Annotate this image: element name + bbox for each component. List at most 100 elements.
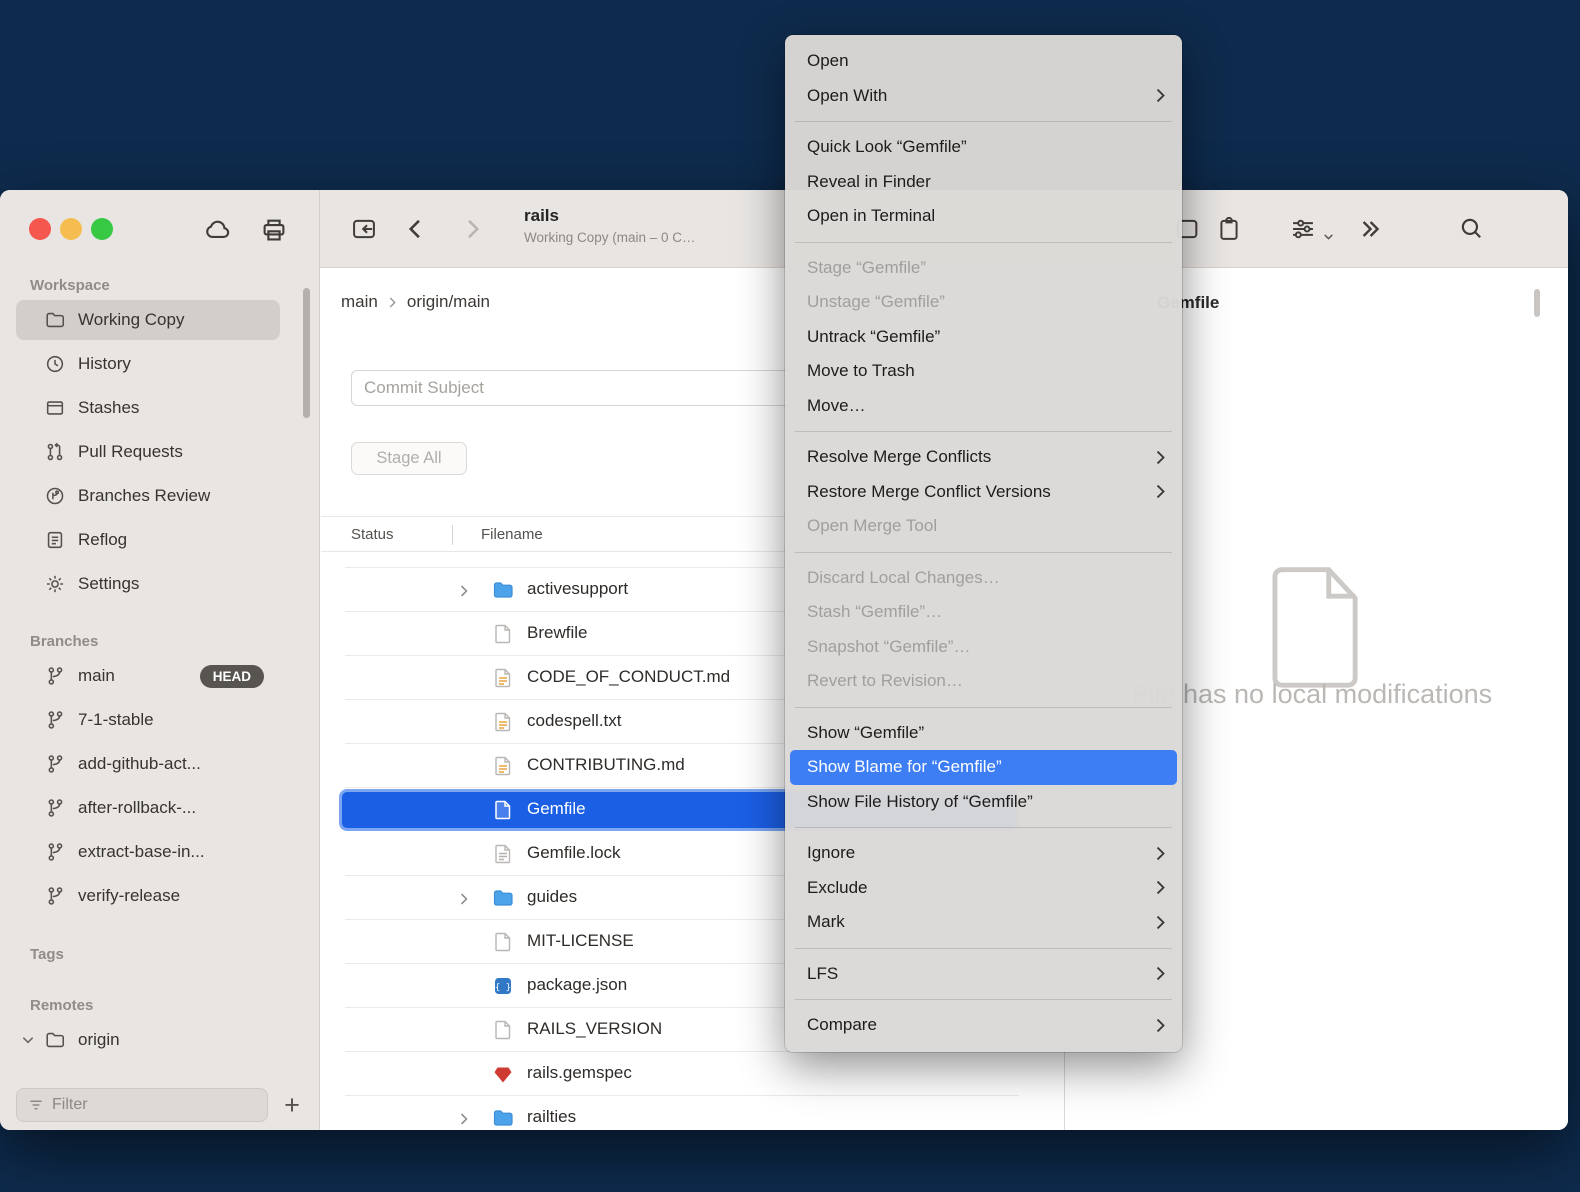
sidebar-item-stashes[interactable]: Stashes	[0, 386, 319, 430]
column-status: Status	[351, 526, 394, 543]
menu-item-ignore[interactable]: Ignore	[785, 836, 1182, 871]
submenu-chevron-icon	[1155, 879, 1166, 896]
menu-item-untrack-gemfile[interactable]: Untrack “Gemfile”	[785, 320, 1182, 355]
printer-icon[interactable]	[259, 215, 289, 245]
menu-item-open-merge-tool: Open Merge Tool	[785, 509, 1182, 544]
back-chevron-icon[interactable]	[402, 215, 430, 243]
stage-all-button[interactable]: Stage All	[351, 442, 467, 475]
menu-item-open-with[interactable]: Open With	[785, 79, 1182, 114]
sliders-icon[interactable]	[1289, 215, 1317, 243]
menu-item-discard-local-changes: Discard Local Changes…	[785, 561, 1182, 596]
zoom-window-button[interactable]	[91, 218, 113, 240]
menu-item-resolve-merge-conflicts[interactable]: Resolve Merge Conflicts	[785, 440, 1182, 475]
cloud-icon[interactable]	[203, 215, 233, 245]
branch-item-7-1-stable[interactable]: 7-1-stable	[0, 698, 319, 742]
app-window: rails Working Copy (main – 0 C… Workspac…	[0, 190, 1568, 1130]
remote-item-origin[interactable]: origin	[0, 1018, 319, 1062]
close-window-button[interactable]	[29, 218, 51, 240]
menu-item-lfs[interactable]: LFS	[785, 957, 1182, 992]
search-icon[interactable]	[1458, 215, 1484, 241]
file-icon	[491, 1018, 515, 1042]
breadcrumb-item-main[interactable]: main	[341, 292, 378, 312]
chevron-down-icon[interactable]	[1322, 230, 1335, 243]
forward-chevron-icon[interactable]	[458, 215, 486, 243]
document-icon	[1272, 561, 1362, 689]
disclosure-chevron-icon[interactable]	[458, 892, 470, 906]
breadcrumb-separator-icon	[387, 296, 398, 309]
branch-item-extract-base-in[interactable]: extract-base-in...	[0, 830, 319, 874]
menu-item-mark[interactable]: Mark	[785, 905, 1182, 940]
menu-item-restore-merge-conflict-versions[interactable]: Restore Merge Conflict Versions	[785, 475, 1182, 510]
lock-file-icon	[491, 842, 515, 866]
branch-icon	[44, 841, 66, 863]
double-chevron-icon[interactable]	[1356, 215, 1384, 243]
menu-item-unstage-gemfile: Unstage “Gemfile”	[785, 285, 1182, 320]
sidebar-item-reflog[interactable]: Reflog	[0, 518, 319, 562]
remote-folder-icon	[44, 1029, 66, 1051]
head-badge: HEAD	[200, 665, 264, 688]
table-row-railties[interactable]: railties	[321, 1096, 1064, 1130]
minimize-window-button[interactable]	[60, 218, 82, 240]
menu-separator	[795, 552, 1172, 553]
file-icon	[491, 798, 515, 822]
filter-icon	[27, 1096, 45, 1114]
sidebar-footer: +	[0, 1080, 319, 1130]
filter-field[interactable]	[16, 1088, 268, 1122]
menu-item-exclude[interactable]: Exclude	[785, 871, 1182, 906]
menu-item-open[interactable]: Open	[785, 44, 1182, 79]
svg-text:{ }: { }	[495, 983, 511, 993]
branch-item-main[interactable]: main HEAD	[0, 654, 319, 698]
sidebar-item-working-copy[interactable]: Working Copy	[0, 298, 319, 342]
detail-scrollbar[interactable]	[1534, 289, 1540, 317]
submenu-chevron-icon	[1155, 914, 1166, 931]
window-controls	[29, 218, 113, 240]
branch-icon	[44, 885, 66, 907]
json-file-icon: { }	[491, 974, 515, 998]
file-icon	[491, 930, 515, 954]
menu-item-quick-look-gemfile[interactable]: Quick Look “Gemfile”	[785, 130, 1182, 165]
sidebar-item-pull-requests[interactable]: Pull Requests	[0, 430, 319, 474]
table-row-rails-gemspec[interactable]: rails.gemspec	[321, 1052, 1064, 1096]
branch-item-add-github-act[interactable]: add-github-act...	[0, 742, 319, 786]
filter-input[interactable]	[52, 1096, 257, 1114]
folder-file-icon	[491, 1106, 515, 1130]
clipboard-icon[interactable]	[1215, 215, 1243, 243]
folder-file-icon	[491, 886, 515, 910]
menu-item-show-blame-for-gemfile[interactable]: Show Blame for “Gemfile”	[790, 750, 1177, 785]
menu-item-move[interactable]: Move…	[785, 389, 1182, 424]
branch-icon	[44, 797, 66, 819]
branches-section-header: Branches	[0, 628, 319, 654]
panel-arrow-icon[interactable]	[350, 215, 378, 243]
chevron-down-icon[interactable]	[20, 1032, 36, 1048]
sidebar-item-branches-review[interactable]: Branches Review	[0, 474, 319, 518]
column-divider	[452, 525, 453, 545]
menu-item-reveal-in-finder[interactable]: Reveal in Finder	[785, 165, 1182, 200]
breadcrumb-item-origin-main[interactable]: origin/main	[407, 292, 490, 312]
workspace-section-header: Workspace	[0, 272, 319, 298]
tags-section-header: Tags	[0, 941, 319, 967]
file-icon	[491, 622, 515, 646]
branch-item-verify-release[interactable]: verify-release	[0, 874, 319, 918]
menu-item-snapshot-gemfile: Snapshot “Gemfile”…	[785, 630, 1182, 665]
submenu-chevron-icon	[1155, 87, 1166, 104]
menu-separator	[795, 242, 1172, 243]
sidebar-item-settings[interactable]: Settings	[0, 562, 319, 606]
markdown-file-icon	[491, 710, 515, 734]
breadcrumb: main origin/main	[341, 269, 490, 335]
menu-item-move-to-trash[interactable]: Move to Trash	[785, 354, 1182, 389]
add-button[interactable]: +	[275, 1088, 309, 1122]
sidebar-item-history[interactable]: History	[0, 342, 319, 386]
branch-icon	[44, 665, 66, 687]
menu-item-show-file-history-of-gemfile[interactable]: Show File History of “Gemfile”	[785, 785, 1182, 820]
empty-state-message: File has no local modifications	[1132, 679, 1492, 710]
menu-item-open-in-terminal[interactable]: Open in Terminal	[785, 199, 1182, 234]
submenu-chevron-icon	[1155, 483, 1166, 500]
menu-item-show-gemfile[interactable]: Show “Gemfile”	[785, 716, 1182, 751]
branch-item-after-rollback[interactable]: after-rollback-...	[0, 786, 319, 830]
stashes-icon	[44, 397, 66, 419]
disclosure-chevron-icon[interactable]	[458, 1112, 470, 1126]
menu-item-compare[interactable]: Compare	[785, 1008, 1182, 1043]
submenu-chevron-icon	[1155, 449, 1166, 466]
markdown-file-icon	[491, 754, 515, 778]
disclosure-chevron-icon[interactable]	[458, 584, 470, 598]
